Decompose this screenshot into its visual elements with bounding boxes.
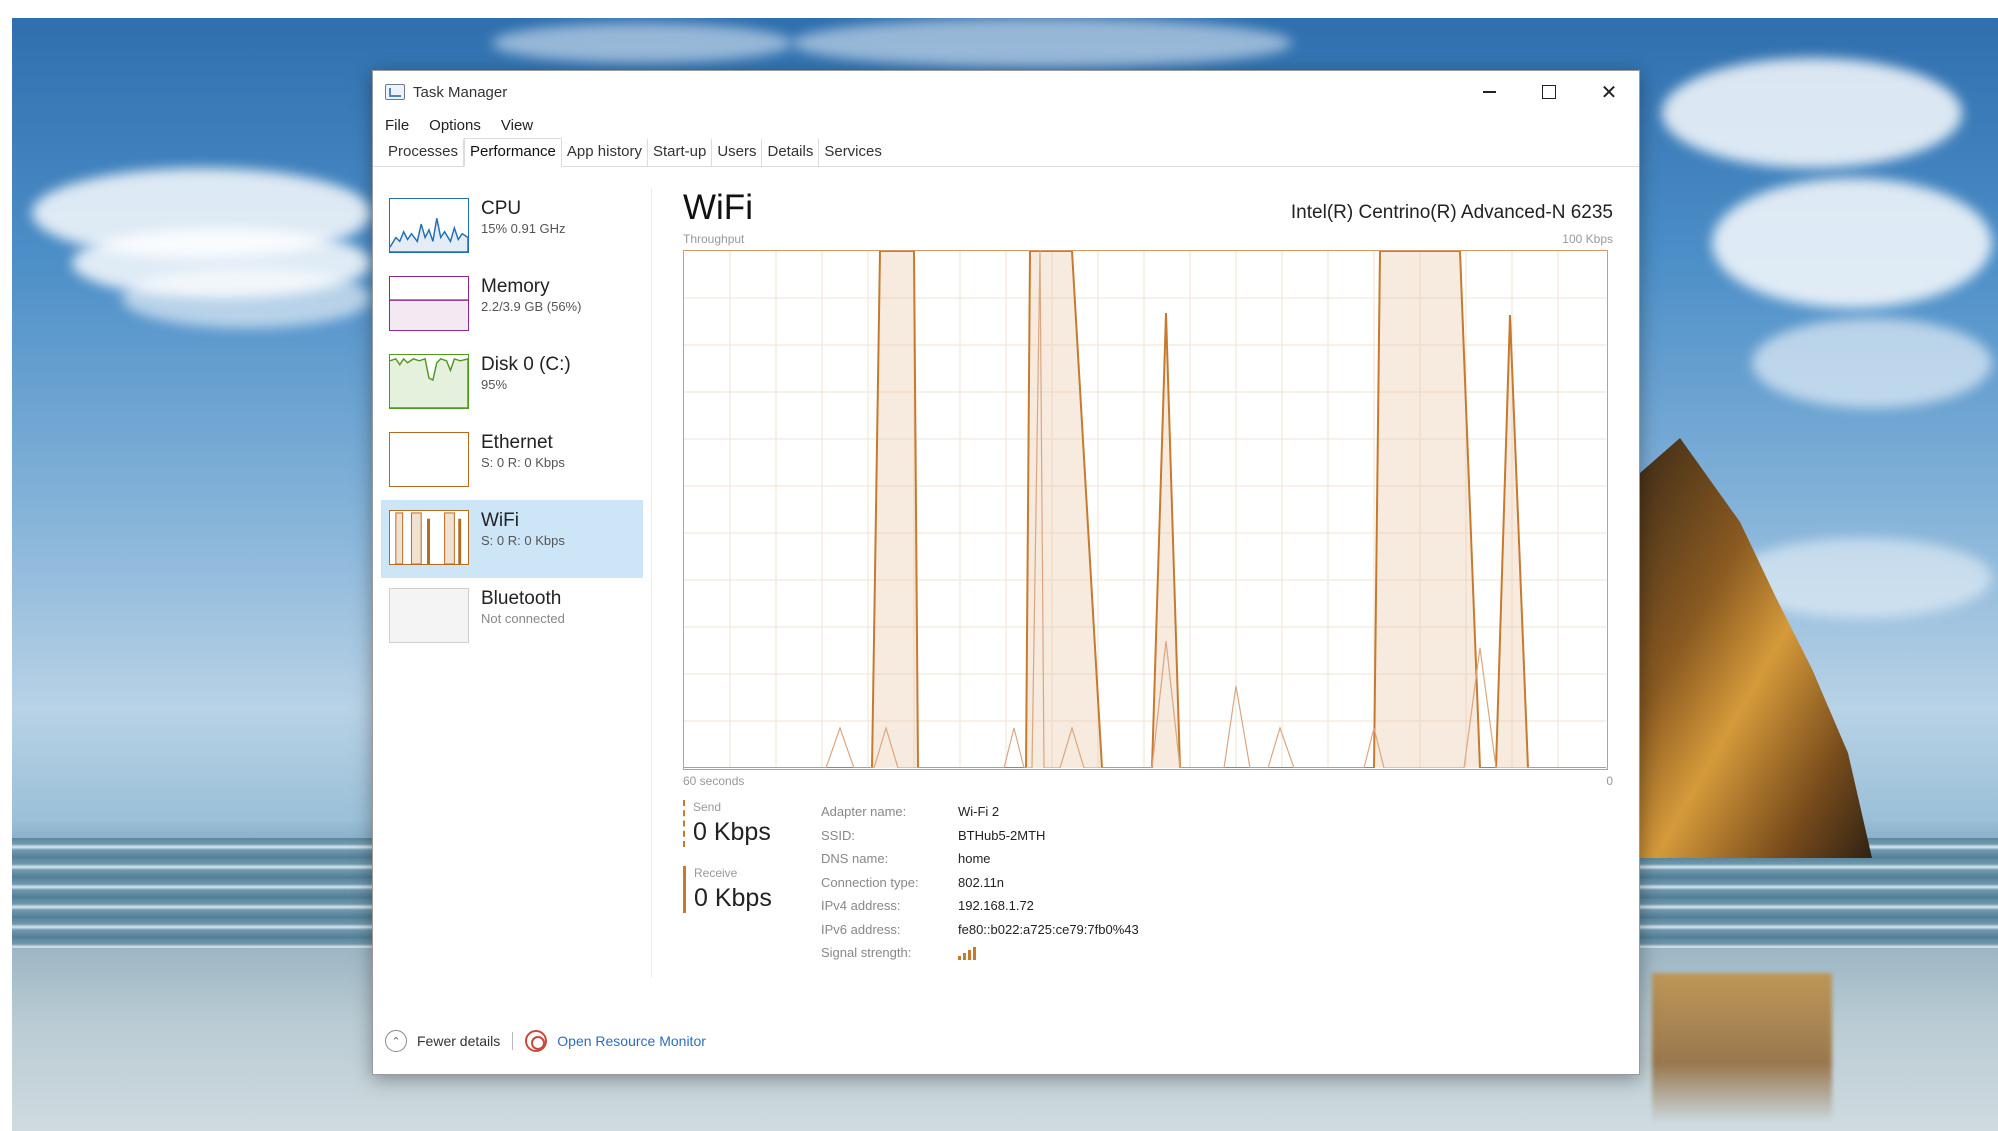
sidebar-item-sub: Not connected	[481, 611, 565, 626]
detail-label: IPv4 address:	[821, 898, 901, 914]
send-stat: Send 0 Kbps	[683, 800, 793, 847]
resource-sidebar: CPU 15% 0.91 GHz Memory 2.2/3.9 GB (56%)	[381, 188, 643, 656]
detail-row: IPv4 address: 192.168.1.72	[821, 894, 1139, 918]
wifi-graph-icon	[389, 510, 469, 565]
tab-bar: Processes Performance App history Start-…	[373, 137, 1639, 167]
close-button[interactable]: ✕	[1579, 71, 1639, 113]
cpu-graph-icon	[389, 198, 469, 253]
receive-stat: Receive 0 Kbps	[683, 866, 793, 913]
sidebar-item-sub: 15% 0.91 GHz	[481, 221, 566, 236]
wifi-detail-panel: WiFi Intel(R) Centrino(R) Advanced-N 623…	[683, 188, 1613, 970]
detail-row: IPv6 address: fe80::b022:a725:ce79:7fb0%…	[821, 918, 1139, 942]
menu-file[interactable]: File	[385, 117, 409, 134]
sidebar-item-cpu[interactable]: CPU 15% 0.91 GHz	[381, 188, 643, 266]
detail-value: fe80::b022:a725:ce79:7fb0%43	[958, 921, 1139, 937]
sidebar-item-wifi[interactable]: WiFi S: 0 R: 0 Kbps	[381, 500, 643, 578]
sidebar-item-sub: S: 0 R: 0 Kbps	[481, 455, 565, 470]
chevron-up-icon[interactable]: ⌃	[385, 1030, 407, 1052]
sidebar-item-memory[interactable]: Memory 2.2/3.9 GB (56%)	[381, 266, 643, 344]
detail-label: Signal strength:	[821, 945, 912, 961]
sidebar-item-disk[interactable]: Disk 0 (C:) 95%	[381, 344, 643, 422]
fewer-details-link[interactable]: Fewer details	[417, 1033, 500, 1049]
maximize-button[interactable]	[1519, 71, 1579, 113]
detail-row: SSID: BTHub5-2MTH	[821, 824, 1139, 848]
signal-bar	[963, 952, 966, 960]
detail-row: Adapter name: Wi-Fi 2	[821, 800, 1139, 824]
sidebar-item-label: Disk 0 (C:)	[481, 354, 571, 375]
signal-bar	[958, 955, 961, 960]
sidebar-item-ethernet[interactable]: Ethernet S: 0 R: 0 Kbps	[381, 422, 643, 500]
tab-details[interactable]: Details	[762, 139, 820, 166]
detail-value: Wi-Fi 2	[958, 804, 1000, 820]
throughput-graph	[683, 250, 1608, 770]
detail-label: Connection type:	[821, 874, 919, 890]
zero-label: 0	[1606, 774, 1613, 788]
send-label: Send	[693, 800, 722, 814]
footer: ⌃ Fewer details Open Resource Monitor	[385, 1030, 706, 1052]
signal-bar	[968, 949, 971, 960]
sidebar-item-label: WiFi	[481, 510, 519, 531]
footer-separator	[512, 1032, 514, 1050]
ethernet-graph-icon	[389, 432, 469, 487]
detail-label: Adapter name:	[821, 804, 907, 820]
detail-row: Signal strength:	[821, 941, 1139, 965]
menu-options[interactable]: Options	[429, 117, 481, 134]
title-bar[interactable]: Task Manager ✕	[373, 71, 1639, 113]
detail-value: 192.168.1.72	[958, 898, 1034, 914]
menu-view[interactable]: View	[501, 117, 533, 134]
minimize-button[interactable]	[1459, 71, 1519, 113]
sidebar-item-label: Bluetooth	[481, 588, 562, 609]
tab-services[interactable]: Services	[819, 139, 887, 166]
close-icon: ✕	[1600, 81, 1618, 104]
max-scale-label: 100 Kbps	[1562, 232, 1613, 246]
window-title: Task Manager	[413, 83, 508, 101]
menu-bar: File Options View	[373, 113, 1639, 137]
sidebar-item-sub: 95%	[481, 377, 508, 392]
receive-value: 0 Kbps	[694, 884, 772, 912]
resource-monitor-icon	[525, 1030, 548, 1052]
detail-label: IPv6 address:	[821, 921, 901, 937]
sidebar-item-label: CPU	[481, 198, 522, 219]
detail-label: SSID:	[821, 827, 855, 843]
sidebar-item-sub: 2.2/3.9 GB (56%)	[481, 299, 582, 314]
disk-graph-icon	[389, 354, 469, 409]
detail-value: home	[958, 851, 991, 867]
task-manager-icon	[385, 84, 405, 100]
detail-value: BTHub5-2MTH	[958, 827, 1046, 843]
sidebar-item-bluetooth[interactable]: Bluetooth Not connected	[381, 578, 643, 656]
tab-startup[interactable]: Start-up	[648, 139, 713, 166]
throughput-label: Throughput	[683, 232, 745, 246]
receive-label: Receive	[694, 866, 738, 880]
open-resource-monitor-link[interactable]: Open Resource Monitor	[557, 1033, 706, 1049]
minimize-icon	[1482, 91, 1496, 93]
adapter-details: Adapter name: Wi-Fi 2 SSID: BTHub5-2MTH …	[821, 800, 1139, 965]
signal-bar	[973, 946, 976, 960]
tab-users[interactable]: Users	[712, 139, 763, 166]
task-manager-window: Task Manager ✕ File Options View Process…	[372, 70, 1640, 1075]
sidebar-item-sub: S: 0 R: 0 Kbps	[481, 533, 565, 548]
tab-app-history[interactable]: App history	[562, 139, 648, 166]
sidebar-item-label: Ethernet	[481, 432, 553, 453]
throughput-graph-svg	[684, 251, 1606, 768]
detail-row: DNS name: home	[821, 847, 1139, 871]
send-value: 0 Kbps	[693, 818, 771, 846]
tab-performance[interactable]: Performance	[464, 138, 562, 167]
tab-processes[interactable]: Processes	[383, 139, 465, 166]
maximize-icon	[1542, 85, 1556, 99]
signal-strength-icon	[958, 946, 976, 960]
bluetooth-graph-icon	[389, 588, 469, 643]
memory-graph-icon	[389, 276, 469, 331]
detail-value: 802.11n	[958, 874, 1005, 890]
adapter-name: Intel(R) Centrino(R) Advanced-N 6235	[1290, 202, 1613, 223]
detail-label: DNS name:	[821, 851, 889, 867]
sidebar-item-label: Memory	[481, 276, 550, 297]
sidebar-divider	[651, 188, 652, 978]
detail-row: Connection type: 802.11n	[821, 871, 1139, 895]
time-window-label: 60 seconds	[683, 774, 745, 788]
